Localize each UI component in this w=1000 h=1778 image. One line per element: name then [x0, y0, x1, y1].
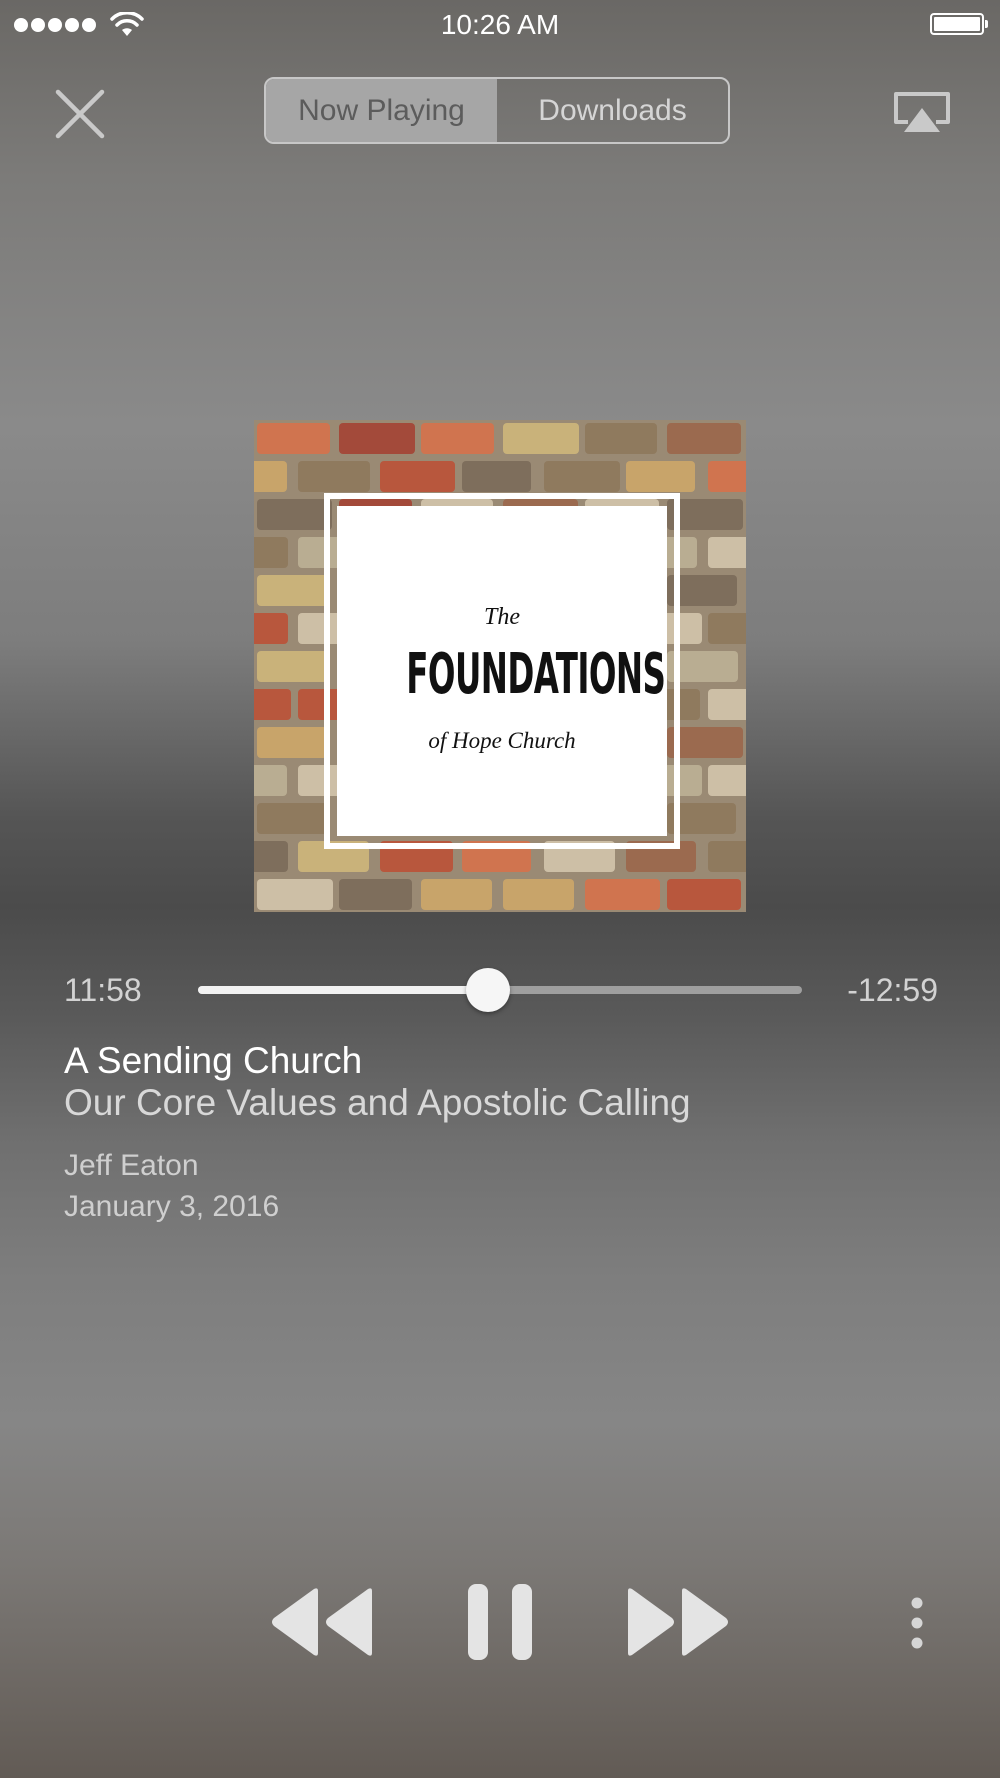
close-button[interactable] [54, 88, 106, 140]
brick [708, 841, 746, 872]
brick [254, 689, 291, 720]
brick [254, 537, 288, 568]
brick [708, 689, 746, 720]
more-options-button[interactable] [902, 1596, 932, 1650]
status-bar: 10:26 AM [0, 0, 1000, 50]
brick [708, 613, 746, 644]
track-speaker: Jeff Eaton [64, 1149, 199, 1182]
rewind-icon [272, 1588, 372, 1656]
brick [298, 461, 370, 492]
more-vertical-icon [911, 1597, 923, 1649]
status-time: 10:26 AM [440, 9, 560, 40]
close-icon [55, 89, 105, 139]
brick [257, 651, 330, 682]
brick [254, 461, 287, 492]
brick [257, 423, 330, 454]
brick [708, 537, 746, 568]
brick [667, 423, 741, 454]
remaining-time: -12:59 [847, 972, 938, 1008]
tab-downloads[interactable]: Downloads [497, 79, 728, 142]
brick [544, 461, 620, 492]
battery-icon [930, 13, 988, 35]
artwork-text-the: The [484, 604, 520, 630]
brick [421, 423, 494, 454]
brick [503, 879, 574, 910]
elapsed-time: 11:58 [64, 972, 142, 1008]
brick [626, 461, 695, 492]
brick [585, 879, 660, 910]
brick [257, 879, 333, 910]
brick [503, 423, 579, 454]
pause-icon [468, 1584, 532, 1660]
artwork-text-foundations: FOUNDATIONS [406, 642, 666, 707]
scrubber-thumb[interactable] [465, 968, 510, 1012]
fast-forward-button[interactable] [624, 1585, 730, 1659]
brick [421, 879, 492, 910]
scrubber-progress-fill [198, 986, 488, 994]
artwork-title-panel: The FOUNDATIONS of Hope Church [337, 506, 667, 836]
playback-scrubber[interactable] [198, 968, 802, 1012]
brick [708, 461, 746, 492]
brick [254, 765, 287, 796]
brick [257, 727, 327, 758]
brick [667, 879, 741, 910]
brick [380, 461, 455, 492]
brick [257, 499, 332, 530]
view-segmented-control: Now Playing Downloads [264, 77, 730, 144]
tab-now-playing[interactable]: Now Playing [266, 79, 497, 142]
brick [339, 879, 412, 910]
airplay-button[interactable] [890, 88, 954, 136]
brick [585, 423, 657, 454]
album-artwork: The FOUNDATIONS of Hope Church [254, 420, 746, 912]
track-subtitle: Our Core Values and Apostolic Calling [64, 1082, 691, 1123]
pause-button[interactable] [464, 1582, 536, 1662]
track-date: January 3, 2016 [64, 1190, 280, 1223]
brick [254, 841, 288, 872]
brick [462, 461, 531, 492]
brick [339, 423, 415, 454]
brick [254, 613, 288, 644]
airplay-icon [894, 92, 950, 132]
rewind-button[interactable] [270, 1585, 376, 1659]
track-title: A Sending Church [64, 1040, 363, 1081]
artwork-text-church: of Hope Church [428, 728, 576, 753]
brick [257, 803, 329, 834]
brick [257, 575, 330, 606]
fast-forward-icon [628, 1588, 728, 1656]
brick [708, 765, 746, 796]
